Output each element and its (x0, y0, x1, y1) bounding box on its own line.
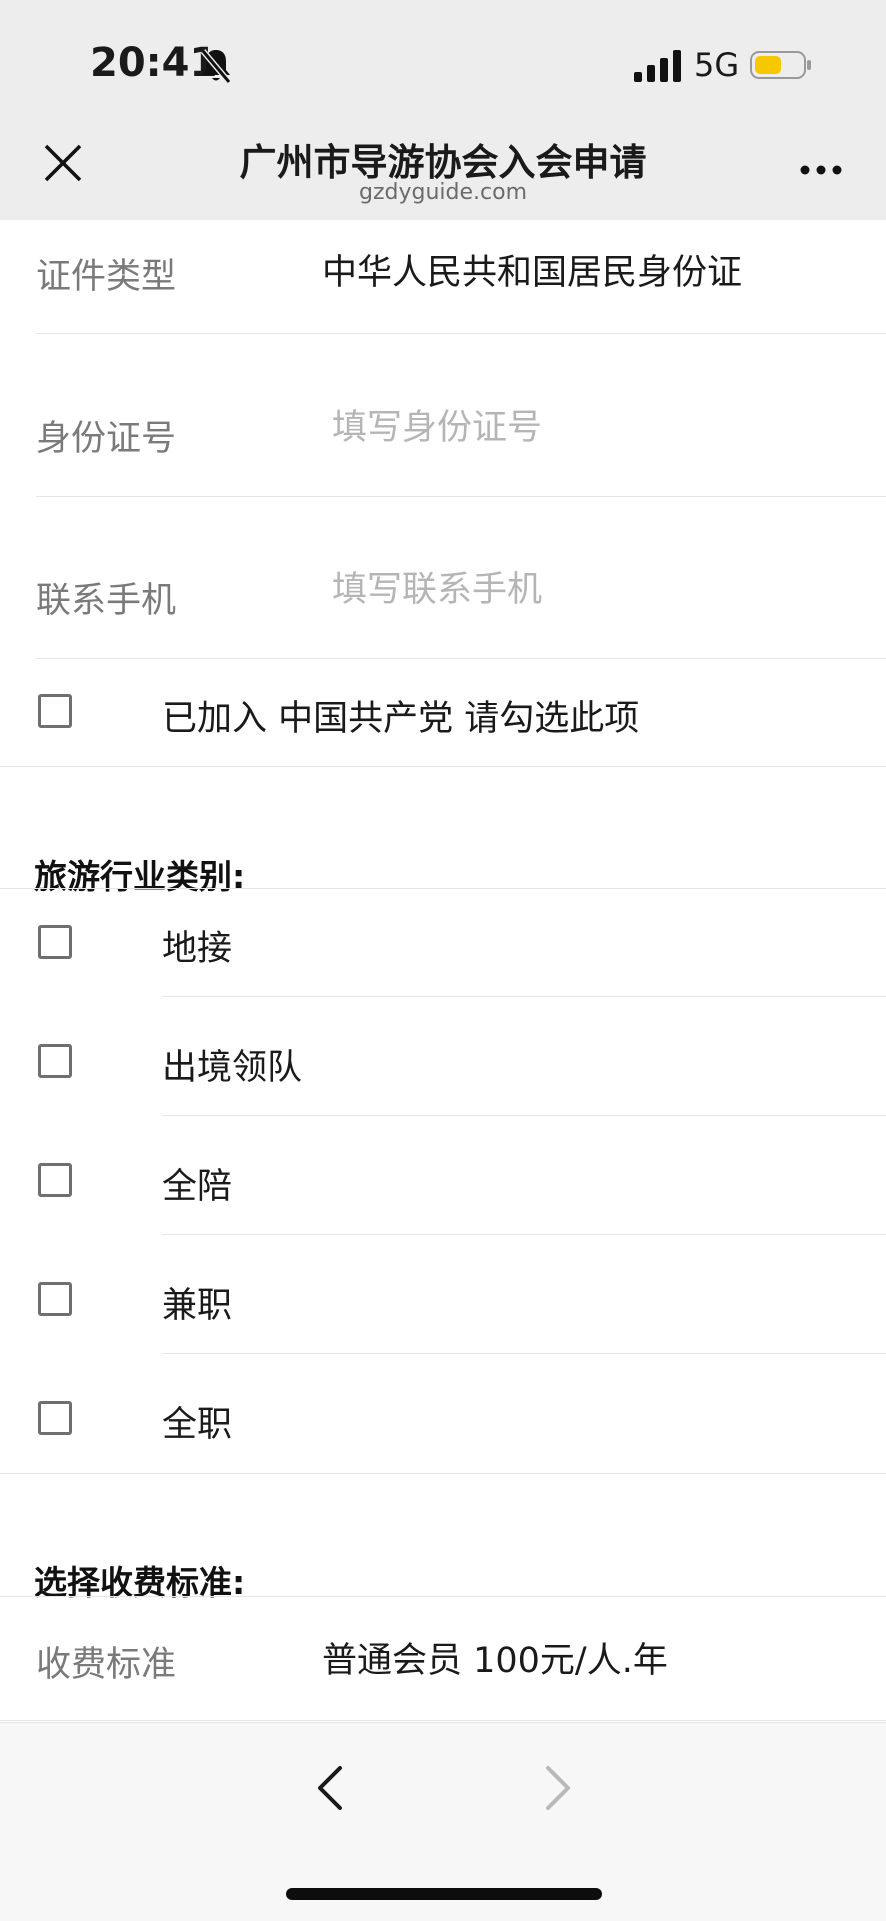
network-type: 5G (694, 46, 740, 84)
battery-icon (750, 51, 811, 79)
industry-checkbox[interactable] (38, 1282, 72, 1316)
industry-section-title: 旅游行业类别: (34, 857, 246, 896)
industry-checkbox[interactable] (38, 1163, 72, 1197)
industry-option-label: 地接 (162, 929, 233, 969)
id-type-label: 证件类型 (36, 257, 177, 297)
divider (162, 1234, 886, 1235)
id-number-input[interactable] (322, 398, 862, 458)
industry-checkbox[interactable] (38, 925, 72, 959)
industry-option-label: 全陪 (162, 1167, 233, 1207)
top-bar: 20:41 5G 广州市导游协会入会申请 gzdyguide.com (0, 0, 886, 220)
industry-checkbox[interactable] (38, 1044, 72, 1078)
divider (162, 1115, 886, 1116)
signal-icon (634, 50, 681, 82)
fee-value[interactable]: 普通会员 100元/人.年 (322, 1632, 668, 1683)
page-domain: gzdyguide.com (359, 180, 527, 205)
forward-arrow-icon[interactable] (540, 1762, 576, 1814)
divider (36, 658, 886, 659)
silent-bell-icon (200, 49, 232, 84)
party-member-checkbox[interactable] (38, 694, 72, 728)
divider (162, 996, 886, 997)
home-indicator (286, 1888, 602, 1900)
divider (0, 766, 886, 767)
back-arrow-icon[interactable] (312, 1762, 348, 1814)
industry-option-label: 全职 (162, 1405, 233, 1445)
divider (0, 1596, 886, 1597)
phone-input[interactable] (322, 560, 862, 620)
divider (0, 888, 886, 889)
page-title: 广州市导游协会入会申请 (239, 141, 647, 184)
divider (36, 496, 886, 497)
industry-option-label: 出境领队 (162, 1048, 303, 1088)
divider (36, 333, 886, 334)
party-member-label: 已加入 中国共产党 请勾选此项 (162, 699, 640, 739)
id-type-value[interactable]: 中华人民共和国居民身份证 (322, 244, 742, 295)
divider (0, 1473, 886, 1474)
industry-checkbox[interactable] (38, 1401, 72, 1435)
divider (162, 1353, 886, 1354)
id-number-label: 身份证号 (36, 419, 177, 459)
phone-label: 联系手机 (36, 581, 177, 621)
more-options-icon[interactable] (796, 150, 846, 190)
industry-option-label: 兼职 (162, 1286, 233, 1326)
divider (0, 1720, 886, 1721)
fee-label: 收费标准 (36, 1645, 177, 1685)
